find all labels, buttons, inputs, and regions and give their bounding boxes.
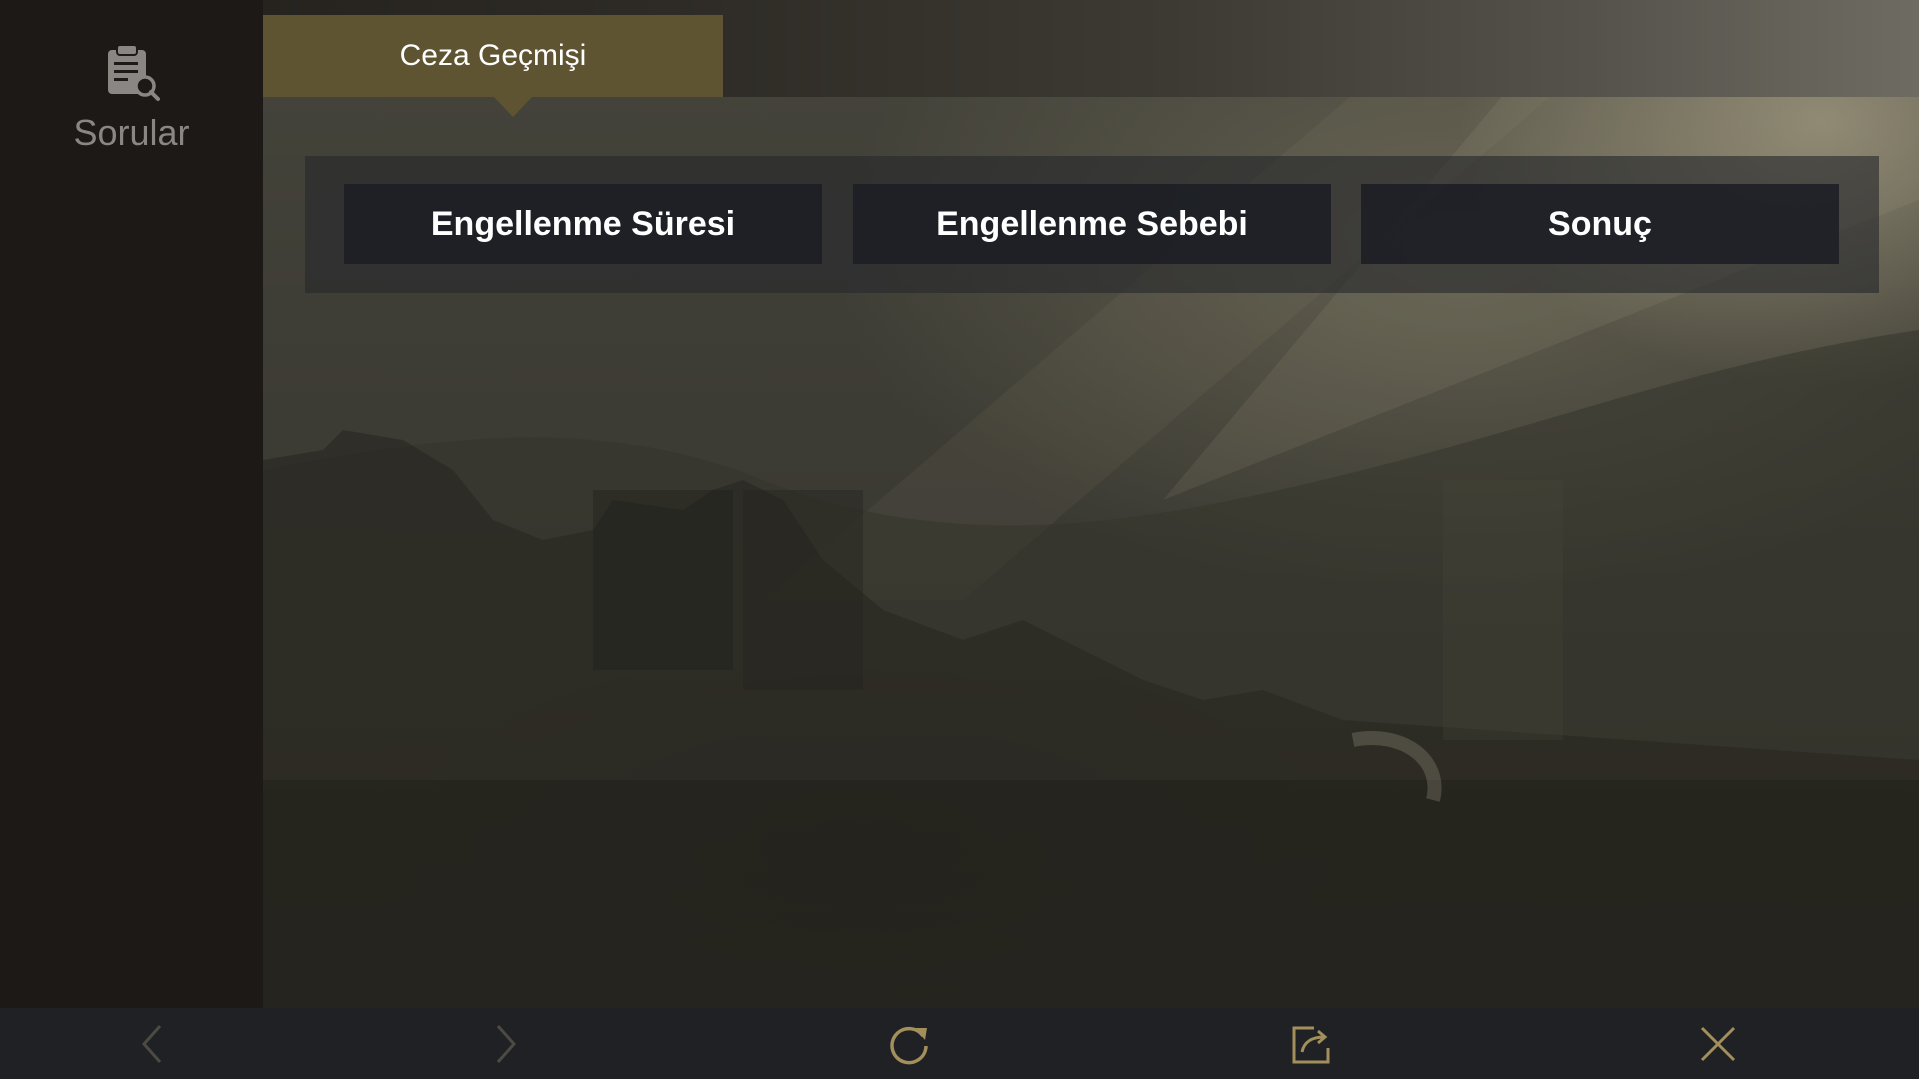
close-button[interactable] [1694,1020,1742,1068]
refresh-button[interactable] [885,1020,933,1068]
tab-label: Ceza Geçmişi [399,39,587,72]
share-icon [1292,1026,1330,1064]
active-tab-indicator [494,97,532,117]
tab-ceza-gecmisi[interactable]: Ceza Geçmişi [263,15,723,97]
column-header-duration: Engellenme Süresi [344,184,822,264]
bottom-toolbar [0,1008,1919,1079]
background-scene [263,0,1919,1008]
column-header-label: Sonuç [1548,204,1652,243]
sidebar: Sorular [0,0,263,1008]
share-button[interactable] [1288,1020,1336,1068]
column-header-label: Engellenme Süresi [430,204,736,243]
column-header-label: Engellenme Sebebi [936,204,1248,243]
app-window: Sorular Ceza Geçmişi Engellenme Süresi E… [0,0,1919,1079]
clipboard-search-icon [107,44,160,101]
forward-button[interactable] [482,1020,530,1068]
column-header-result: Sonuç [1361,184,1839,264]
forward-icon [496,1025,517,1063]
back-button[interactable] [128,1020,176,1068]
column-header-reason: Engellenme Sebebi [853,184,1331,264]
back-icon [141,1025,162,1063]
sidebar-item-sorular[interactable]: Sorular [0,30,263,170]
table-header: Engellenme Süresi Engellenme Sebebi Sonu… [305,156,1879,293]
close-icon [1700,1026,1736,1062]
main-content [263,0,1919,1008]
sidebar-item-label: Sorular [73,112,190,153]
refresh-icon [890,1026,928,1065]
